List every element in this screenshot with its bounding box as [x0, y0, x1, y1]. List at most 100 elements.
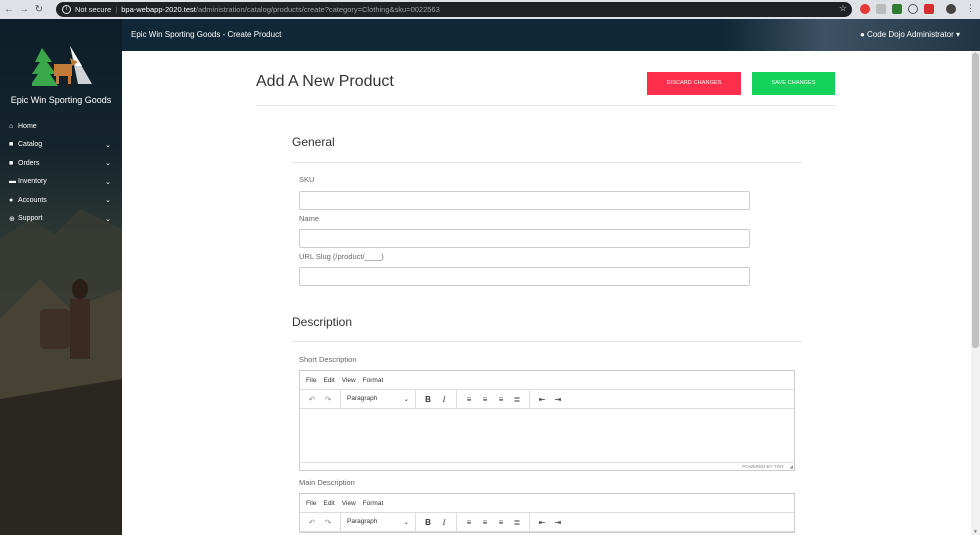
sidebar-item-orders[interactable]: ■ Orders ⌄ [0, 154, 122, 173]
sidebar-item-label: Inventory [18, 178, 47, 186]
mail-extension-icon[interactable] [924, 4, 934, 14]
save-changes-button[interactable]: SAVE CHANGES [752, 72, 835, 95]
opera-extension-icon[interactable] [860, 4, 870, 14]
chevron-down-icon: ⌄ [403, 519, 409, 526]
sidebar-item-catalog[interactable]: ■ Catalog ⌄ [0, 136, 122, 155]
editor-menu-file[interactable]: File [306, 500, 316, 507]
vue-devtools-icon[interactable] [892, 4, 902, 14]
info-icon[interactable]: i [62, 5, 71, 14]
chevron-down-icon: ⌄ [105, 160, 111, 168]
chevron-down-icon: ⌄ [403, 396, 409, 403]
brand-logo [32, 46, 92, 86]
sidebar-item-label: Catalog [18, 141, 43, 149]
block-format-select[interactable]: Paragraph ⌄ [345, 395, 411, 403]
sku-input[interactable] [299, 191, 750, 210]
italic-icon[interactable]: I [436, 518, 452, 527]
sidebar-item-label: Home [18, 122, 37, 130]
profile-avatar-icon[interactable] [946, 4, 956, 14]
outdent-icon[interactable]: ⇤ [534, 518, 550, 527]
editor-menu-format[interactable]: Format [363, 377, 384, 384]
sidebar-item-home[interactable]: ⌂ Home [0, 117, 122, 136]
block-format-value: Paragraph [347, 395, 378, 402]
redo-icon[interactable]: ↷ [320, 518, 336, 527]
editor-menu-view[interactable]: View [342, 377, 356, 384]
user-name: Code Dojo Administrator [867, 30, 954, 39]
caret-down-icon: ▾ [955, 30, 960, 39]
url-slug-input[interactable] [299, 267, 750, 286]
editor-menubar: File Edit View Format [300, 494, 794, 513]
short-description-label: Short Description [299, 355, 357, 364]
editor-menu-file[interactable]: File [306, 377, 316, 384]
editor-toolbar: ↶ ↷ Paragraph ⌄ B I ≡ ≡ ≡ ≣ ⇤ ⇥ [300, 389, 794, 409]
page-scrollbar[interactable]: ▲ ▼ [971, 51, 980, 535]
address-bar[interactable]: i Not secure | bpa-webapp-2020.test/admi… [56, 2, 852, 17]
bookmark-star-icon[interactable]: ☆ [839, 3, 847, 14]
editor-menu-view[interactable]: View [342, 500, 356, 507]
undo-icon[interactable]: ↶ [304, 395, 320, 404]
editor-menu-edit[interactable]: Edit [323, 377, 334, 384]
undo-icon[interactable]: ↶ [304, 518, 320, 527]
url-slug-label: URL Slug (/product/____) [299, 252, 384, 261]
align-right-icon[interactable]: ≡ [493, 395, 509, 404]
short-description-editor: File Edit View Format ↶ ↷ Paragraph ⌄ B … [299, 370, 795, 471]
divider [292, 341, 802, 342]
receipt-icon: ■ [9, 159, 14, 167]
block-format-select[interactable]: Paragraph ⌄ [345, 518, 411, 526]
bold-icon[interactable]: B [420, 395, 436, 404]
scroll-down-icon[interactable]: ▼ [971, 529, 980, 535]
main-content: Add A New Product DISCARD CHANGES SAVE C… [122, 51, 971, 535]
bold-icon[interactable]: B [420, 518, 436, 527]
align-justify-icon[interactable]: ≣ [509, 518, 525, 527]
clock-extension-icon[interactable] [908, 4, 918, 14]
user-icon: ● [9, 196, 14, 204]
shopping-bag-icon: ■ [9, 141, 14, 149]
user-menu[interactable]: ● Code Dojo Administrator ▾ [860, 30, 960, 39]
home-icon: ⌂ [9, 122, 14, 130]
italic-icon[interactable]: I [436, 395, 452, 404]
extension-icon[interactable] [876, 4, 886, 14]
redo-icon[interactable]: ↷ [320, 395, 336, 404]
indent-icon[interactable]: ⇥ [550, 518, 566, 527]
indent-icon[interactable]: ⇥ [550, 395, 566, 404]
divider [256, 105, 836, 106]
back-icon[interactable]: ← [3, 4, 15, 15]
outdent-icon[interactable]: ⇤ [534, 395, 550, 404]
editor-content-area[interactable] [300, 409, 794, 462]
editor-menu-format[interactable]: Format [363, 500, 384, 507]
chevron-down-icon: ⌄ [105, 197, 111, 205]
url-host: bpa-webapp-2020.test [121, 5, 196, 14]
sidebar-item-label: Accounts [18, 196, 47, 204]
reload-icon[interactable]: ↻ [33, 4, 45, 15]
browser-menu-icon[interactable]: ⋮ [966, 3, 975, 14]
forward-icon[interactable]: → [18, 4, 30, 15]
section-title-description: Description [292, 315, 353, 329]
sidebar-item-inventory[interactable]: ▬ Inventory ⌄ [0, 173, 122, 192]
align-center-icon[interactable]: ≡ [477, 518, 493, 527]
sidebar: Epic Win Sporting Goods ⌂ Home ■ Catalog… [0, 19, 122, 535]
hiker-background-image [0, 209, 122, 535]
align-left-icon[interactable]: ≡ [461, 395, 477, 404]
resize-handle-icon[interactable]: ◢ [790, 463, 793, 470]
divider [292, 162, 802, 163]
align-justify-icon[interactable]: ≣ [509, 395, 525, 404]
browser-toolbar: ← → ↻ i Not secure | bpa-webapp-2020.tes… [0, 0, 980, 19]
support-icon: ⊕ [9, 215, 15, 223]
name-input[interactable] [299, 229, 750, 248]
editor-menu-edit[interactable]: Edit [323, 500, 334, 507]
powered-by-label: POWERED BY TINY [742, 464, 784, 469]
discard-changes-button[interactable]: DISCARD CHANGES [647, 72, 741, 95]
sidebar-item-accounts[interactable]: ● Accounts ⌄ [0, 191, 122, 210]
main-description-label: Main Description [299, 478, 355, 487]
security-label: Not secure [75, 5, 112, 14]
sidebar-menu: ⌂ Home ■ Catalog ⌄ ■ Orders ⌄ ▬ Inventor… [0, 117, 122, 228]
sidebar-item-support[interactable]: ⊕ Support ⌄ [0, 210, 122, 229]
align-center-icon[interactable]: ≡ [477, 395, 493, 404]
sku-label: SKU [299, 175, 315, 184]
navbar-title: Epic Win Sporting Goods - Create Product [131, 30, 282, 39]
scrollbar-thumb[interactable] [972, 53, 979, 348]
chevron-down-icon: ⌄ [105, 141, 111, 149]
sidebar-item-label: Orders [18, 159, 40, 167]
main-description-editor: File Edit View Format ↶ ↷ Paragraph ⌄ B … [299, 493, 795, 533]
align-right-icon[interactable]: ≡ [493, 518, 509, 527]
align-left-icon[interactable]: ≡ [461, 518, 477, 527]
